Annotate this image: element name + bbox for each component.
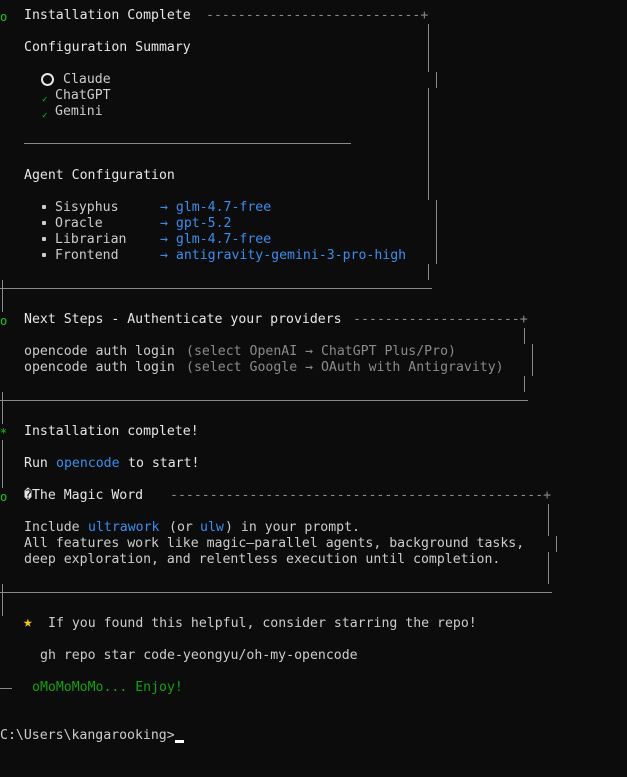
box-right-border [436, 72, 437, 88]
include-prefix: Include [24, 520, 80, 535]
run-command[interactable]: opencode [56, 456, 120, 472]
star-icon: ★ [23, 612, 33, 631]
auth-command[interactable]: opencode auth login [24, 360, 175, 376]
box-right-border [428, 264, 429, 280]
next-steps-title: Next Steps - Authenticate your providers [24, 312, 342, 327]
circle-icon [41, 73, 54, 86]
left-rail [2, 440, 3, 488]
step-marker-icon: o [0, 490, 8, 504]
step-marker-icon: o [0, 10, 8, 24]
box-right-border [532, 344, 533, 376]
agent-name-frontend: Frontend [55, 248, 119, 263]
success-marker-icon: * [0, 426, 8, 440]
check-icon: ✓ [42, 95, 48, 105]
box-right-border [524, 328, 525, 344]
left-rail [2, 280, 3, 312]
agent-name-librarian: Librarian [55, 232, 127, 247]
magic-description-line: deep exploration, and relentless executi… [24, 552, 501, 567]
bullet-icon [42, 221, 46, 225]
check-icon: ✓ [42, 111, 48, 121]
agent-name-oracle: Oracle [55, 216, 103, 231]
terminal-window[interactable]: o Installation Complete ----------------… [0, 0, 627, 777]
magic-description-line: All features work like magic—parallel ag… [24, 536, 525, 551]
left-rail [2, 584, 3, 616]
provider-claude: Claude [63, 72, 111, 87]
auth-command[interactable]: opencode auth login [24, 344, 175, 360]
repo-star-command[interactable]: gh repo star code-yeongyu/oh-my-opencode [40, 648, 358, 664]
agent-model-sisyphus: → glm-4.7-free [160, 200, 272, 215]
box-right-border [548, 552, 549, 584]
divider [24, 143, 351, 144]
magic-word-title: �The Magic Word [24, 488, 144, 503]
box-top-border: ---------------------+ [353, 312, 528, 327]
end-rail [0, 688, 12, 689]
agent-model-oracle: → gpt-5.2 [160, 216, 232, 231]
box-top-border: ----------------------------------------… [170, 488, 552, 503]
box-bottom-border [0, 592, 552, 593]
box-top-border: ---------------------------+ [206, 8, 429, 23]
include-mid: (or [169, 520, 193, 535]
provider-gemini: Gemini [55, 104, 103, 119]
shell-prompt[interactable]: C:\Users\kangarooking> [0, 728, 175, 744]
box-bottom-border [0, 288, 432, 289]
run-suffix: to start! [128, 456, 200, 471]
auth-hint: (select OpenAI → ChatGPT Plus/Pro) [186, 344, 456, 359]
auth-hint: (select Google → OAuth with Antigravity) [186, 360, 504, 375]
bullet-icon [42, 205, 46, 209]
keyword-ulw: ulw [200, 520, 224, 535]
box-right-border [436, 200, 437, 264]
agent-name-sisyphus: Sisyphus [55, 200, 119, 215]
keyword-ultrawork: ultrawork [88, 520, 160, 535]
box-bottom-border [0, 400, 528, 401]
box-right-border [548, 504, 549, 536]
installation-complete-message: Installation complete! [24, 424, 199, 439]
agent-model-librarian: → glm-4.7-free [160, 232, 272, 247]
bullet-icon [42, 237, 46, 241]
box-right-border [556, 536, 557, 552]
agent-model-frontend: → antigravity-gemini-3-pro-high [160, 248, 407, 263]
include-suffix: ) in your prompt. [225, 520, 360, 535]
agent-configuration-title: Agent Configuration [24, 168, 175, 183]
text-cursor [175, 740, 184, 743]
star-message: If you found this helpful, consider star… [48, 616, 477, 631]
box-right-border [524, 376, 525, 392]
enjoy-message: oMoMoMoMo... Enjoy! [32, 680, 183, 695]
run-prefix: Run [24, 456, 48, 471]
left-rail [2, 392, 3, 424]
configuration-summary-title: Configuration Summary [24, 40, 191, 55]
bullet-icon [42, 253, 46, 257]
box-right-border [428, 24, 429, 72]
box-right-border [428, 88, 429, 200]
installation-complete-title: Installation Complete [24, 8, 191, 23]
provider-chatgpt: ChatGPT [55, 88, 111, 103]
step-marker-icon: o [0, 314, 8, 328]
